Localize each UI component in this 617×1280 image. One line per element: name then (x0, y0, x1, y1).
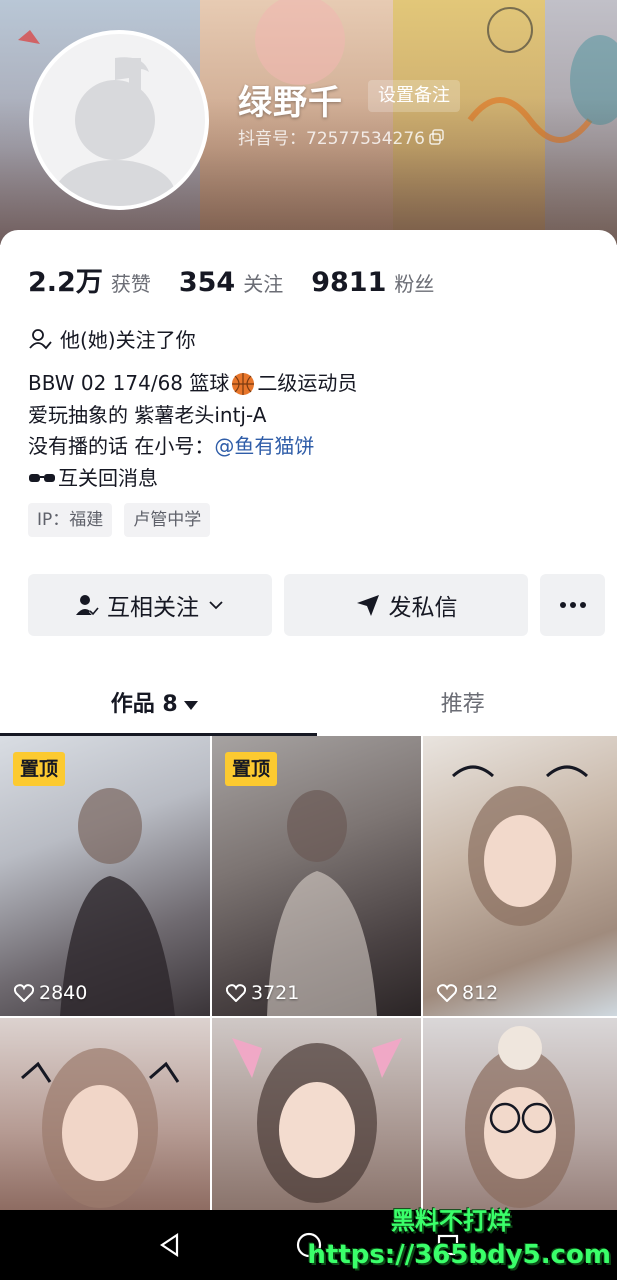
video-tile[interactable] (0, 1018, 210, 1210)
video-likes: 2840 (14, 982, 87, 1004)
chevron-down-icon (209, 601, 223, 610)
watermark-line-1: 黑料不打烊 (391, 1207, 511, 1235)
back-triangle-icon (159, 1232, 178, 1258)
video-tile[interactable]: 置顶 2840 (0, 736, 210, 1016)
heart-icon (437, 984, 457, 1002)
watermark-line-2: https://365bdy5.com (307, 1240, 611, 1270)
video-likes-count: 2840 (39, 982, 88, 1004)
copy-icon[interactable] (429, 128, 445, 145)
figure-silhouette (465, 1026, 575, 1208)
bio-line-4-text: 互关回消息 (58, 465, 158, 490)
avatar[interactable] (29, 30, 209, 210)
stat-followers[interactable]: 9811 粉丝 (311, 267, 434, 298)
bio-line-1: BBW 02 174/68 篮球 二级运动员 (28, 368, 357, 400)
video-tile[interactable]: 812 (423, 736, 617, 1016)
content-tabs: 作品 8 推荐 (0, 670, 617, 736)
basketball-icon (232, 372, 255, 395)
profile-banner: 绿野千 设置备注 抖音号：72577534276 (0, 0, 617, 245)
video-tile[interactable] (423, 1018, 617, 1210)
mutual-follow-label: 互相关注 (107, 595, 199, 621)
bio-mention-link[interactable]: @鱼有猫饼 (214, 431, 314, 463)
douyin-id-text: 抖音号：72577534276 (238, 129, 425, 149)
more-options-button[interactable] (540, 574, 605, 636)
figure-silhouette (21, 1048, 180, 1208)
video-likes: 812 (437, 982, 498, 1004)
tag-school[interactable]: 卢管中学 (124, 503, 211, 537)
bio-line-1-a: BBW 02 174/68 篮球 (28, 371, 230, 395)
stat-followers-label: 粉丝 (394, 272, 435, 296)
bio-line-3: 没有播的话 在小号： @鱼有猫饼 (28, 431, 357, 463)
mutual-follow-button[interactable]: 互相关注 (28, 574, 272, 636)
tag-ip-location: IP：福建 (28, 503, 113, 537)
heart-icon (226, 984, 246, 1002)
stats-row: 2.2万 获赞 354 关注 9811 粉丝 (28, 260, 462, 299)
follows-you-text: 他(她)关注了你 (60, 328, 196, 352)
bio-line-4: 互关回消息 (28, 463, 357, 495)
profile-bio: BBW 02 174/68 篮球 二级运动员 爱玩抽象的 紫薯老头intj-A … (28, 368, 357, 494)
stat-likes-value: 2.2万 (28, 267, 103, 298)
send-message-label: 发私信 (388, 595, 458, 621)
bio-line-1-b: 二级运动员 (257, 371, 358, 395)
stat-likes[interactable]: 2.2万 获赞 (28, 260, 151, 299)
tab-works-label: 作品 8 (110, 692, 178, 717)
stat-following-label: 关注 (243, 272, 284, 296)
heart-icon (14, 984, 34, 1002)
profile-tags: IP：福建 卢管中学 (28, 503, 211, 537)
video-likes-count: 812 (462, 982, 499, 1004)
bio-line-3-a: 没有播的话 在小号： (28, 434, 215, 458)
sunglasses-icon (29, 474, 55, 483)
stat-followers-value: 9811 (311, 267, 387, 298)
video-tile[interactable]: 置顶 3721 (212, 736, 421, 1016)
profile-nickname: 绿野千 (238, 83, 343, 123)
follows-you-indicator: 他(她)关注了你 (28, 324, 196, 353)
action-buttons: 互相关注 发私信 (28, 574, 605, 636)
bio-line-2: 爱玩抽象的 紫薯老头intj-A (28, 402, 267, 427)
tab-recommend[interactable]: 推荐 (309, 670, 617, 736)
paper-plane-icon (356, 595, 379, 616)
caret-down-icon (183, 700, 198, 710)
video-tile[interactable] (212, 1018, 421, 1210)
figure-silhouette (451, 765, 589, 926)
video-likes: 3721 (226, 982, 299, 1004)
video-likes-count: 3721 (251, 982, 300, 1004)
tab-works[interactable]: 作品 8 (0, 670, 309, 736)
nav-back-button[interactable] (150, 1225, 190, 1265)
stat-following[interactable]: 354 关注 (179, 267, 283, 298)
pinned-badge: 置顶 (225, 752, 278, 786)
stat-likes-label: 获赞 (110, 272, 151, 296)
watermark: 黑料不打烊 https://365bdy5.com (307, 1204, 611, 1272)
default-avatar-icon (55, 57, 175, 206)
figure-silhouette (232, 1038, 402, 1203)
pinned-badge: 置顶 (13, 752, 66, 786)
user-follow-icon (29, 328, 52, 349)
mutual-follow-icon (76, 595, 99, 617)
stat-following-value: 354 (178, 267, 236, 298)
more-dots-icon (559, 602, 586, 608)
send-message-button[interactable]: 发私信 (284, 574, 528, 636)
set-remark-button[interactable]: 设置备注 (368, 80, 460, 112)
douyin-id[interactable]: 抖音号：72577534276 (238, 124, 445, 149)
